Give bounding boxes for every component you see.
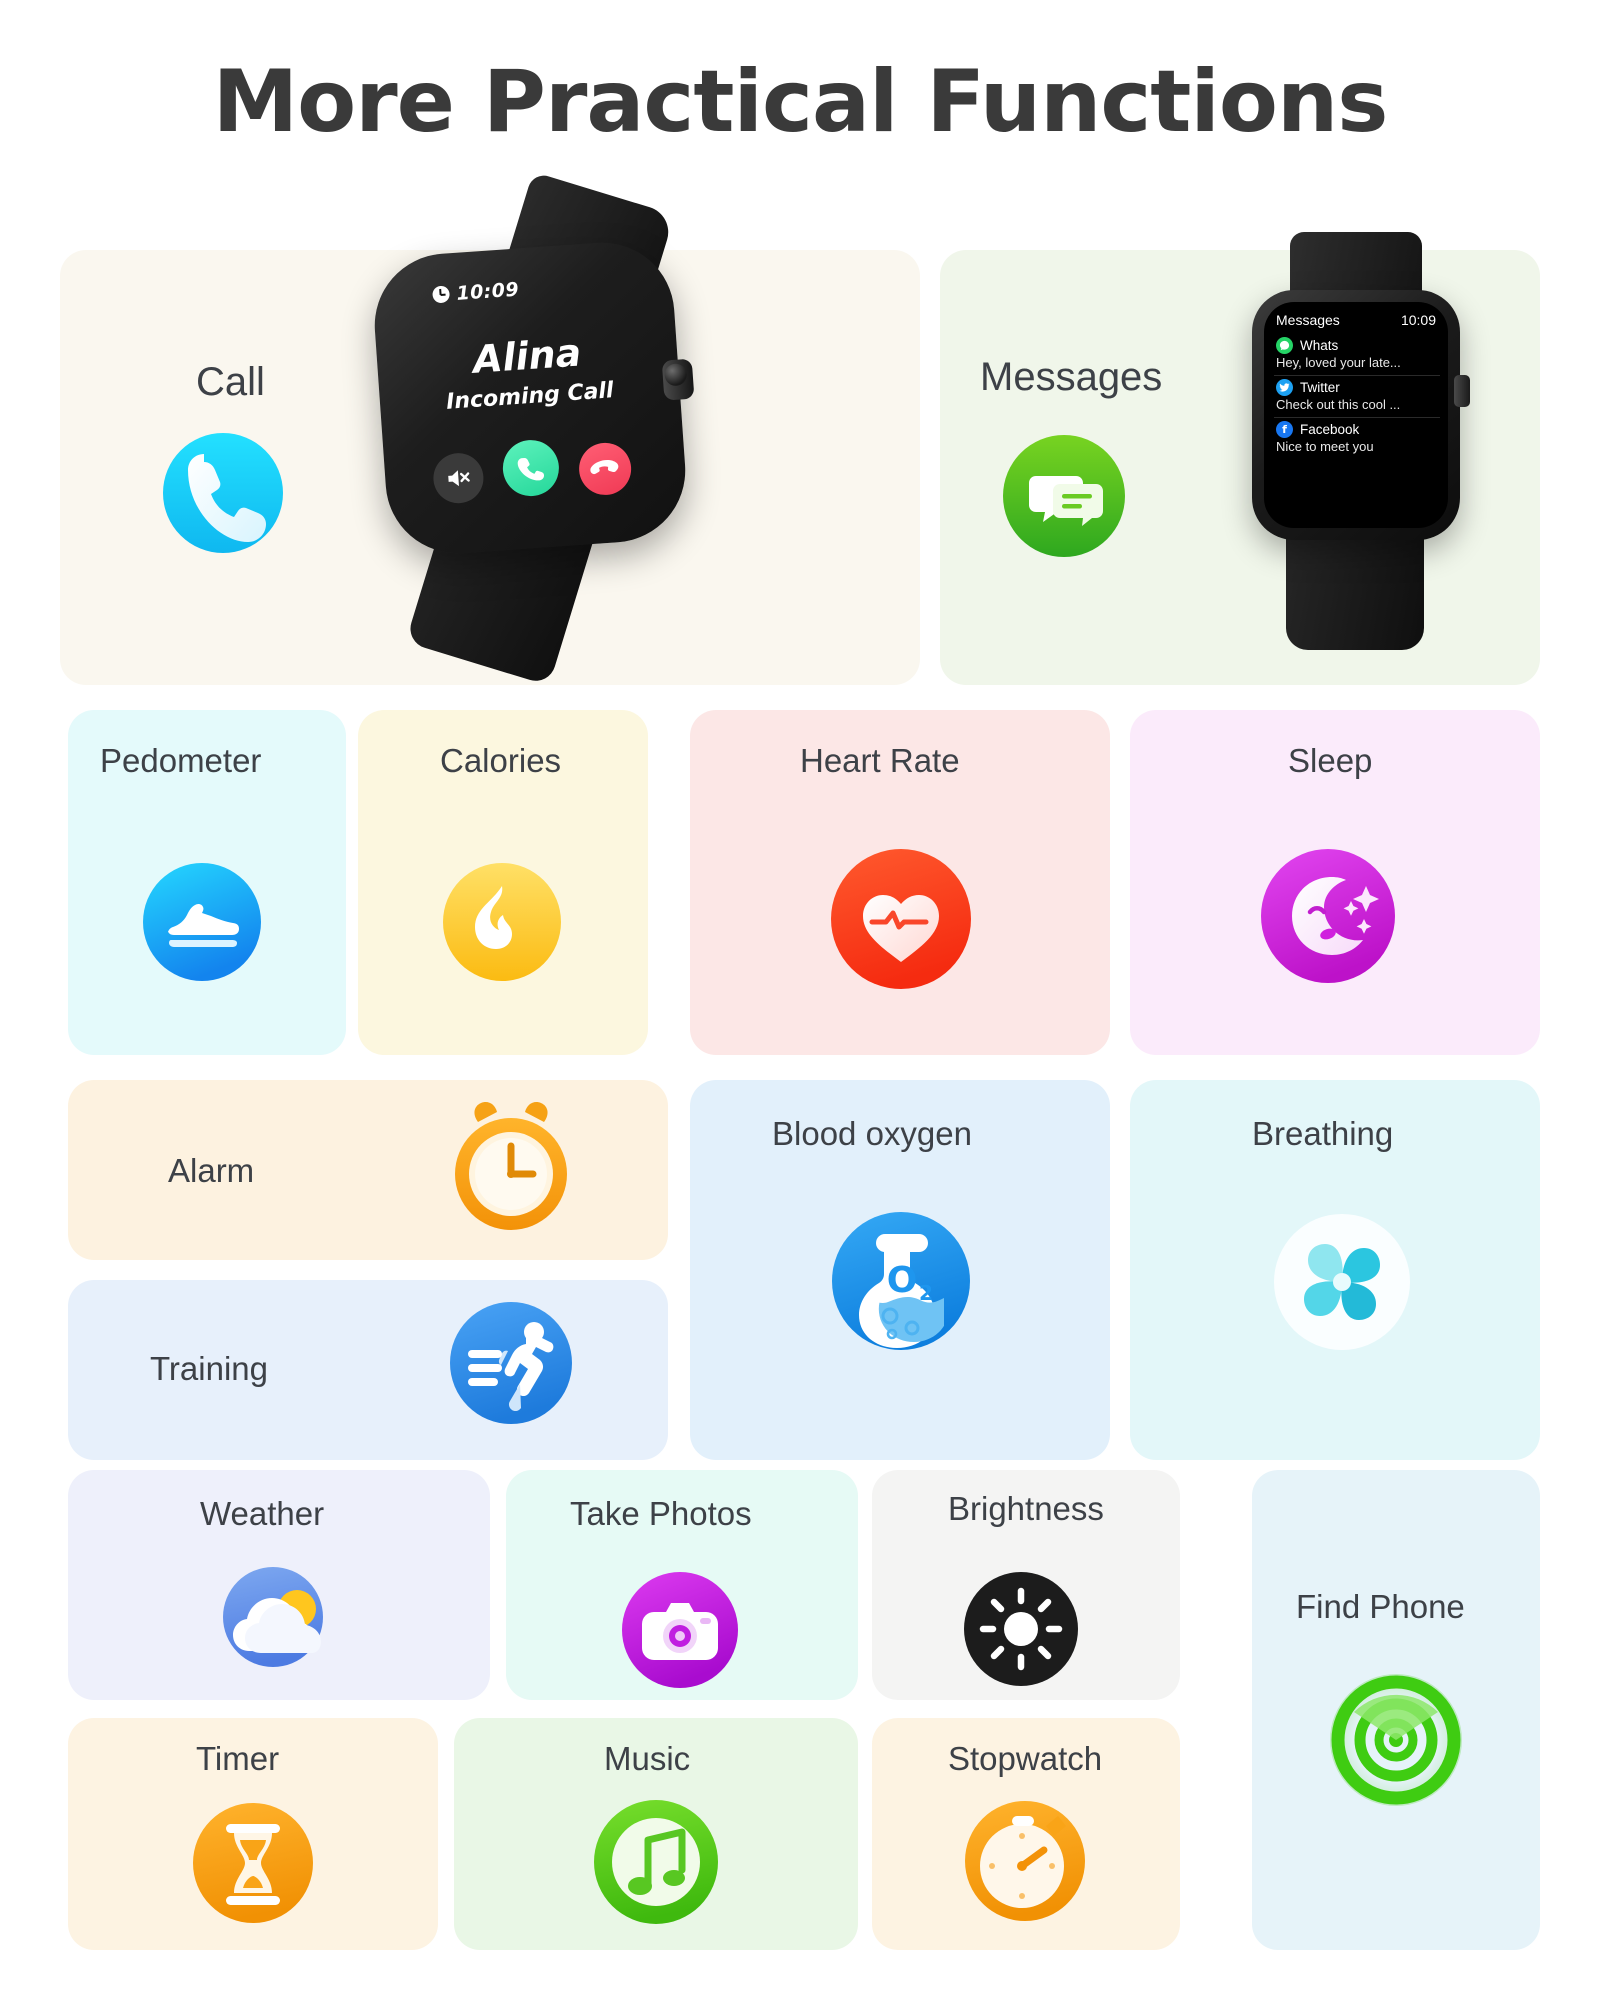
brightness-sun-icon — [962, 1570, 1080, 1688]
oxygen-flask-icon: O 2 — [830, 1210, 972, 1352]
watch-screen-messages: Messages 10:09 Whats Hey, loved your lat… — [1264, 302, 1448, 528]
message-item[interactable]: f Facebook Nice to meet you — [1274, 418, 1440, 459]
card-brightness-label: Brightness — [948, 1490, 1104, 1527]
phone-accept-icon — [516, 453, 546, 483]
card-music-label: Music — [604, 1740, 691, 1777]
mute-icon — [445, 466, 472, 490]
page-title: More Practical Functions — [212, 52, 1389, 152]
pinwheel-icon — [1272, 1212, 1412, 1352]
music-note-icon — [592, 1798, 720, 1926]
twitter-icon — [1276, 378, 1293, 396]
card-stopwatch-label: Stopwatch — [948, 1740, 1103, 1777]
functions-poster: More Practical Functions Call 10:09 Alin… — [0, 0, 1600, 2000]
message-app: Twitter — [1276, 378, 1438, 396]
clock-icon — [431, 285, 451, 304]
phone-decline-icon — [587, 451, 624, 488]
card-alarm-label: Alarm — [168, 1152, 255, 1189]
whatsapp-icon — [1276, 337, 1293, 354]
facebook-icon: f — [1276, 420, 1293, 438]
watch-crown[interactable] — [1454, 375, 1470, 407]
sun-cloud-icon — [215, 1565, 341, 1675]
accept-call-button[interactable] — [501, 438, 561, 498]
messages-screen-header: Messages 10:09 — [1274, 312, 1440, 334]
alarm-clock-icon — [448, 1098, 574, 1238]
stopwatch-icon — [962, 1798, 1088, 1924]
shoe-icon — [140, 860, 265, 985]
heart-pulse-icon — [828, 846, 974, 992]
decline-call-button[interactable] — [577, 441, 633, 497]
watch-body: 10:09 Alina Incoming Call — [369, 237, 695, 559]
card-take-photos-label: Take Photos — [570, 1495, 752, 1532]
message-item[interactable]: Twitter Check out this cool ... — [1274, 376, 1440, 418]
message-preview: Nice to meet you — [1276, 438, 1374, 454]
card-pedometer-label: Pedometer — [100, 742, 262, 779]
chat-bubble-icon — [1000, 432, 1128, 560]
watch-device-call: 10:09 Alina Incoming Call — [369, 171, 772, 686]
messages-time: 10:09 — [1400, 312, 1436, 328]
message-app: f Facebook — [1276, 420, 1438, 438]
watch-time: 10:09 — [455, 278, 520, 305]
card-blood-oxygen-label: Blood oxygen — [772, 1115, 972, 1152]
card-training-label: Training — [150, 1350, 268, 1387]
messages-title: Messages — [1276, 312, 1340, 328]
radar-icon — [1328, 1672, 1464, 1808]
card-weather-label: Weather — [200, 1495, 325, 1532]
hourglass-timer-icon — [190, 1800, 316, 1926]
card-breathing-label: Breathing — [1252, 1115, 1394, 1152]
mute-button[interactable] — [431, 451, 486, 505]
message-preview: Hey, loved your late... — [1276, 355, 1401, 370]
runner-icon — [448, 1300, 574, 1426]
flame-icon — [440, 860, 565, 985]
watch-device-messages: Messages 10:09 Whats Hey, loved your lat… — [1252, 232, 1502, 670]
camera-icon — [620, 1570, 740, 1690]
caller-name: Alina — [471, 330, 583, 382]
svg-text:2: 2 — [919, 1281, 933, 1305]
message-app-name: Whats — [1300, 338, 1339, 353]
sleeping-moon-icon — [1258, 846, 1398, 986]
card-calories-label: Calories — [440, 742, 562, 779]
card-timer-label: Timer — [196, 1740, 280, 1777]
card-find-phone-label: Find Phone — [1296, 1588, 1465, 1625]
message-preview: Check out this cool ... — [1276, 396, 1401, 412]
watch-screen-call: 10:09 Alina Incoming Call — [405, 264, 654, 528]
message-app: Whats — [1276, 337, 1438, 354]
card-alarm[interactable] — [68, 1080, 668, 1260]
svg-text:O: O — [887, 1260, 918, 1301]
card-messages-label: Messages — [980, 355, 1163, 399]
card-call-label: Call — [196, 360, 265, 404]
message-app-name: Facebook — [1300, 421, 1360, 437]
message-item[interactable]: Whats Hey, loved your late... — [1274, 334, 1440, 376]
call-action-buttons — [423, 432, 653, 510]
card-heart-rate-label: Heart Rate — [800, 742, 960, 779]
phone-icon — [160, 430, 286, 556]
message-app-name: Twitter — [1300, 379, 1340, 395]
card-sleep-label: Sleep — [1288, 742, 1373, 779]
